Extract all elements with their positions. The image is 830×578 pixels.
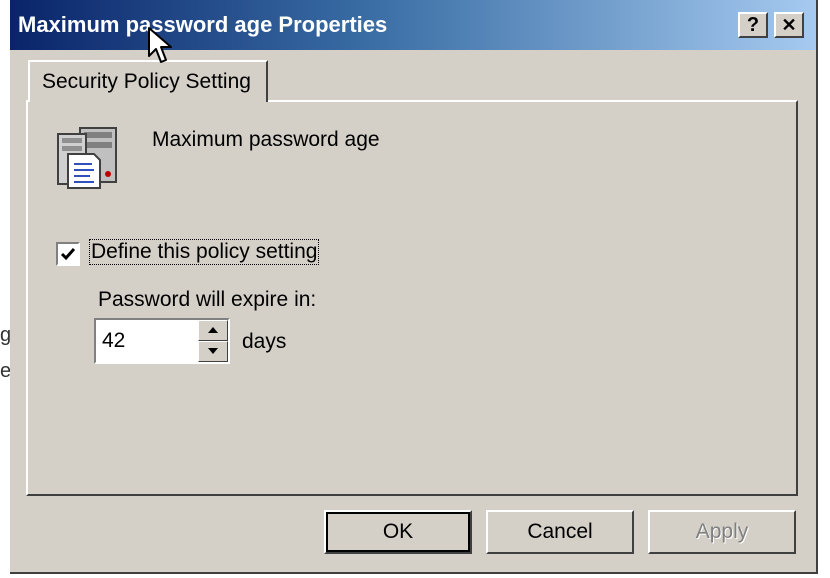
tab-security-policy-setting[interactable]: Security Policy Setting <box>28 60 268 102</box>
server-policy-icon <box>54 124 122 192</box>
tab-label: Security Policy Setting <box>42 70 251 93</box>
close-button[interactable]: ✕ <box>774 12 804 38</box>
spin-down-button[interactable] <box>198 341 228 362</box>
window-title: Maximum password age Properties <box>18 12 388 37</box>
cancel-button[interactable]: Cancel <box>486 510 634 554</box>
properties-dialog: Maximum password age Properties ? ✕ Secu… <box>10 0 818 574</box>
checkmark-icon <box>60 248 76 261</box>
title-bar[interactable]: Maximum password age Properties ? ✕ <box>10 0 816 50</box>
expire-label: Password will expire in: <box>98 288 317 311</box>
apply-button[interactable]: Apply <box>648 510 796 554</box>
spin-up-button[interactable] <box>198 320 228 341</box>
define-policy-checkbox[interactable] <box>56 242 80 266</box>
days-unit-label: days <box>242 330 287 353</box>
days-input[interactable] <box>98 322 202 360</box>
arrow-down-icon <box>208 348 218 354</box>
arrow-up-icon <box>208 327 218 333</box>
days-spinner <box>94 318 230 364</box>
policy-name: Maximum password age <box>152 128 380 151</box>
mouse-cursor-icon <box>147 26 173 66</box>
define-policy-label[interactable]: Define this policy setting <box>88 239 320 265</box>
help-button[interactable]: ? <box>738 12 768 38</box>
ok-button[interactable]: OK <box>324 510 472 554</box>
